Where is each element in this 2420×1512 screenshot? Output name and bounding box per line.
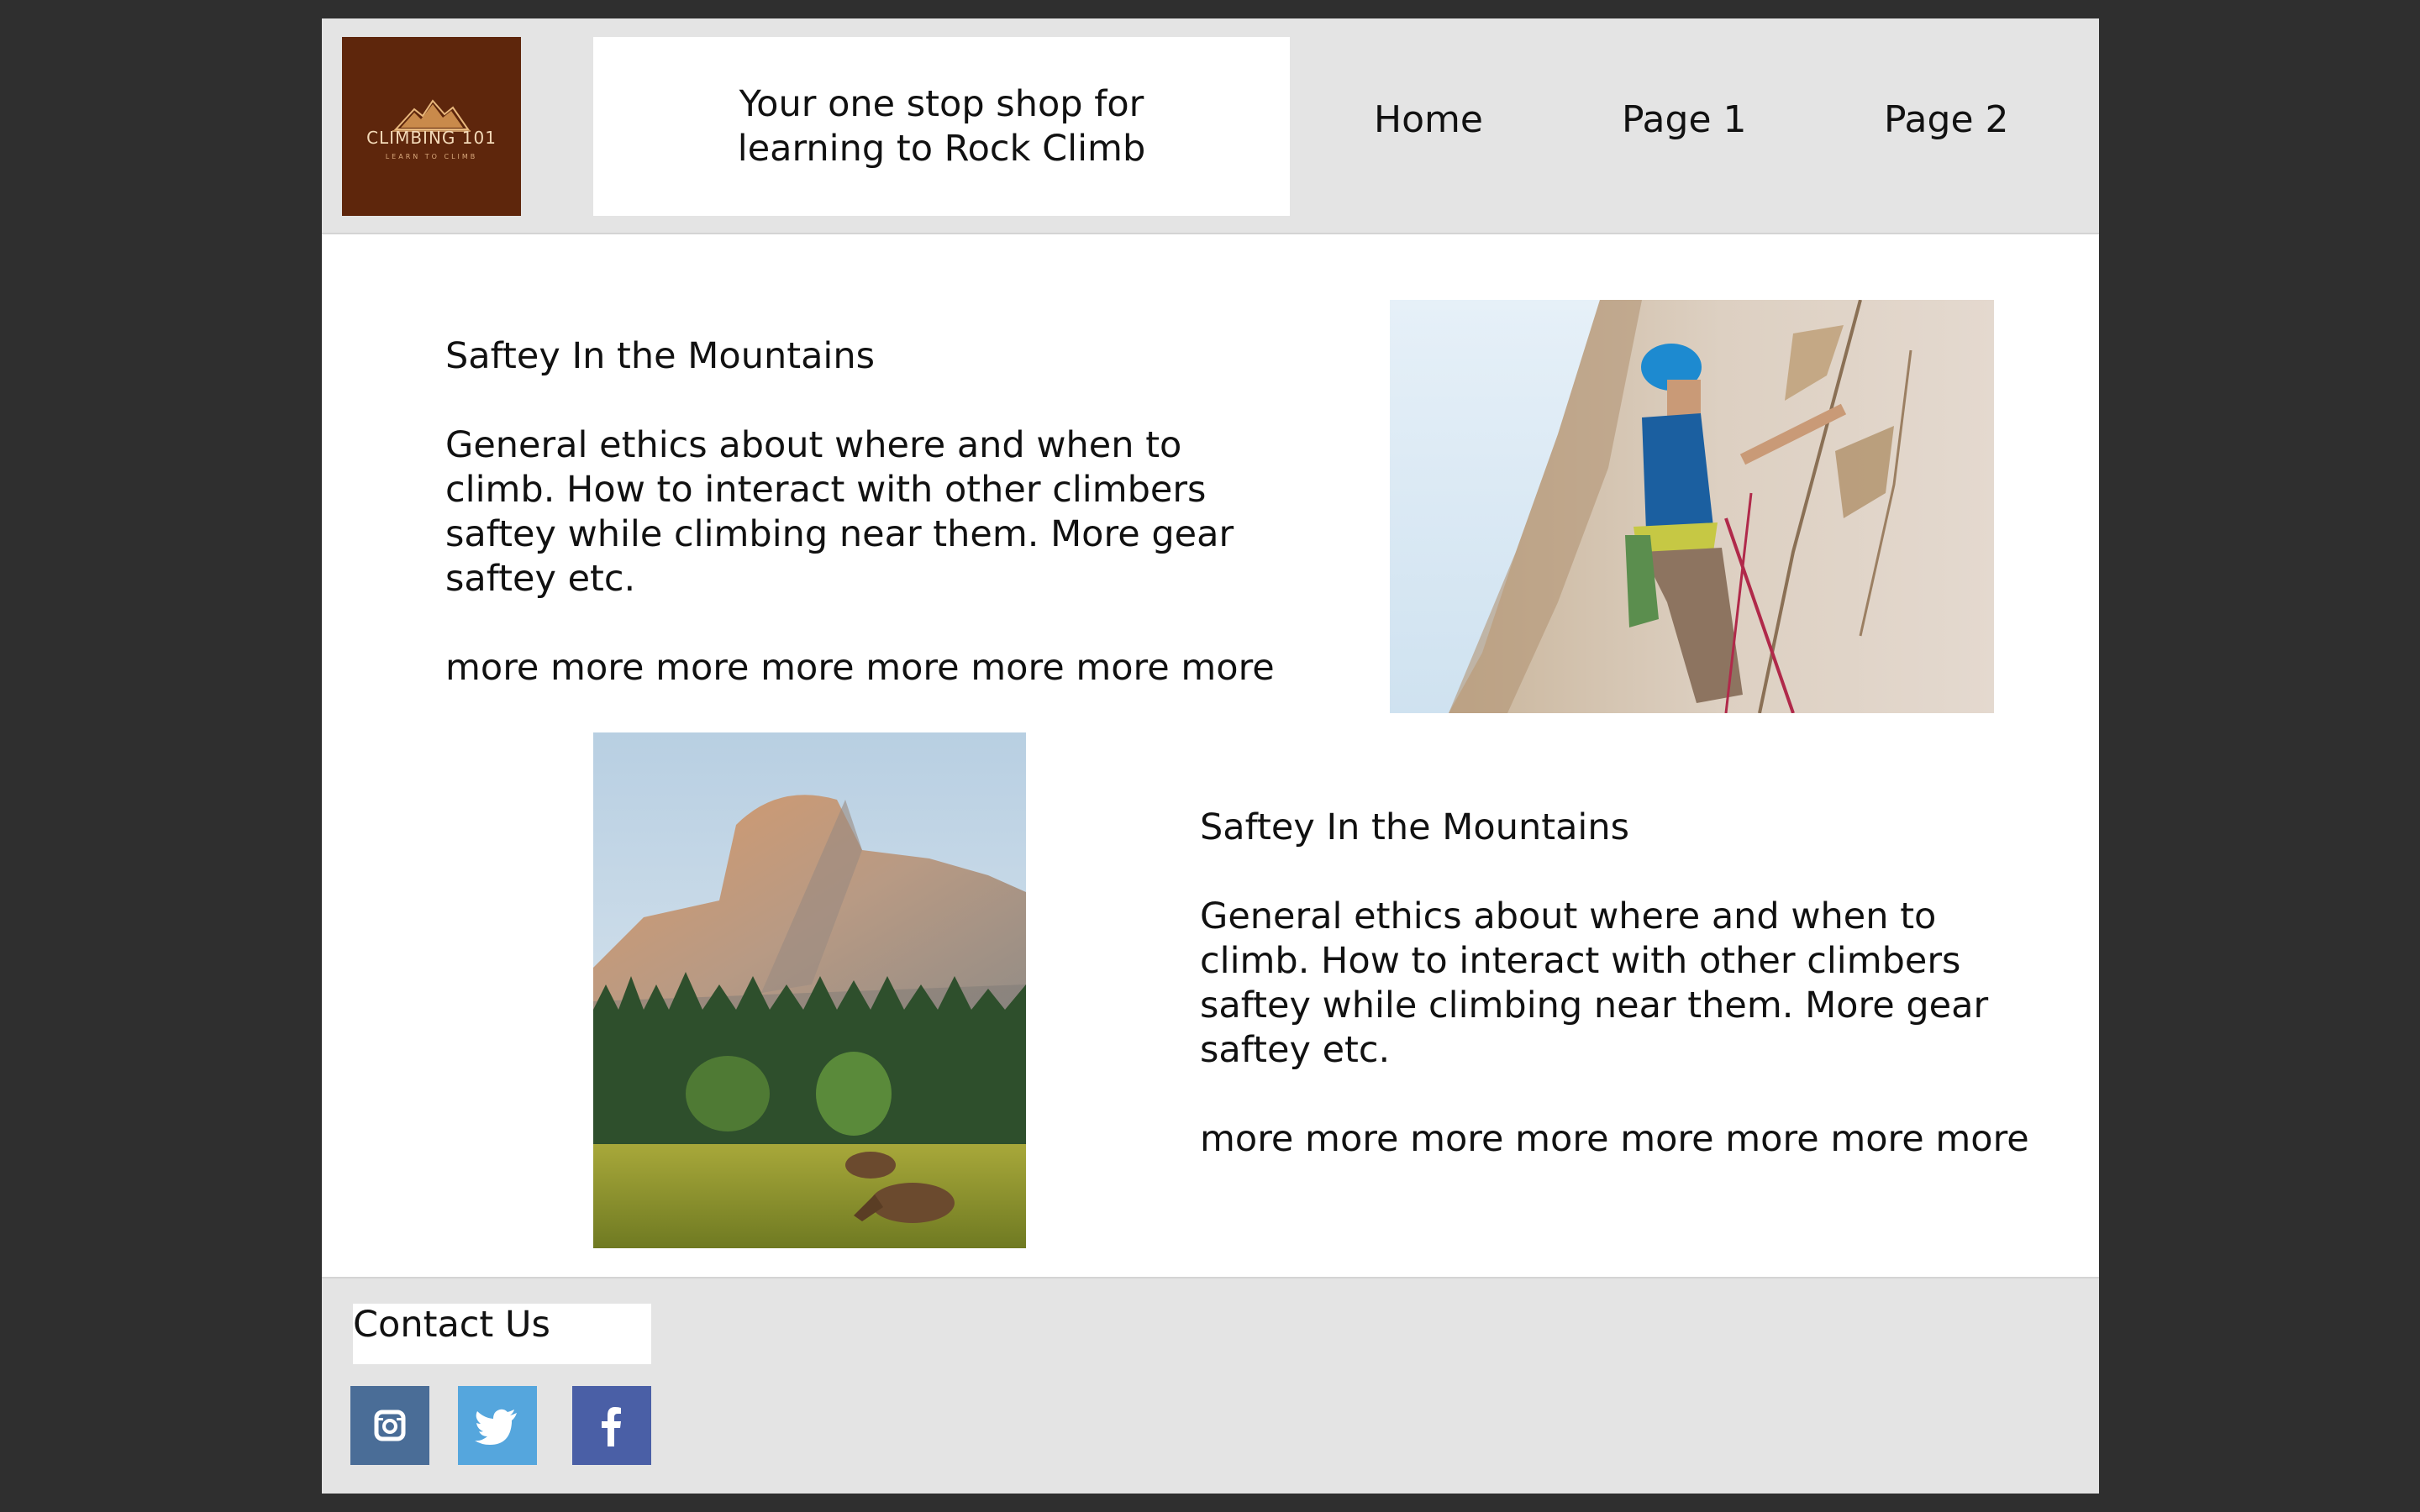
section-1-text: Saftey In the Mountains General ethics a… xyxy=(445,334,1286,690)
facebook-button[interactable] xyxy=(572,1386,651,1465)
page: CLIMBING 101 LEARN TO CLIMB Your one sto… xyxy=(322,18,2099,1494)
section-2-body: General ethics about where and when to c… xyxy=(1200,895,1989,1071)
site-tagline: Your one stop shop for learning to Rock … xyxy=(737,82,1146,170)
nav-page-1-link[interactable]: Page 1 xyxy=(1622,98,1747,141)
rock-climber-photo xyxy=(1390,300,1994,713)
section-2-text: Saftey In the Mountains General ethics a… xyxy=(1200,806,2040,1162)
section-1-more: more more more more more more more more xyxy=(445,647,1275,689)
contact-us-box[interactable]: Contact Us xyxy=(353,1304,651,1364)
twitter-button[interactable] xyxy=(458,1386,537,1465)
instagram-icon xyxy=(374,1410,406,1441)
section-2-more: more more more more more more more more xyxy=(1200,1118,2029,1160)
section-1-body: General ethics about where and when to c… xyxy=(445,424,1234,600)
half-dome-deer-photo xyxy=(593,732,1026,1248)
logo-title: CLIMBING 101 xyxy=(366,128,497,148)
twitter-icon xyxy=(475,1409,517,1445)
facebook-icon xyxy=(602,1407,621,1446)
nav-page-2-link[interactable]: Page 2 xyxy=(1884,98,2009,141)
site-header: CLIMBING 101 LEARN TO CLIMB Your one sto… xyxy=(322,18,2099,234)
nav-home-link[interactable]: Home xyxy=(1374,98,1483,141)
section-2-heading: Saftey In the Mountains xyxy=(1200,806,1630,848)
contact-us-label: Contact Us xyxy=(353,1304,550,1346)
tagline-box: Your one stop shop for learning to Rock … xyxy=(593,37,1290,216)
site-footer: Contact Us xyxy=(322,1277,2099,1494)
mountain-icon xyxy=(392,99,471,132)
instagram-button[interactable] xyxy=(350,1386,429,1465)
site-logo[interactable]: CLIMBING 101 LEARN TO CLIMB xyxy=(342,37,521,216)
logo-subtitle: LEARN TO CLIMB xyxy=(385,153,478,160)
section-1-heading: Saftey In the Mountains xyxy=(445,335,876,377)
